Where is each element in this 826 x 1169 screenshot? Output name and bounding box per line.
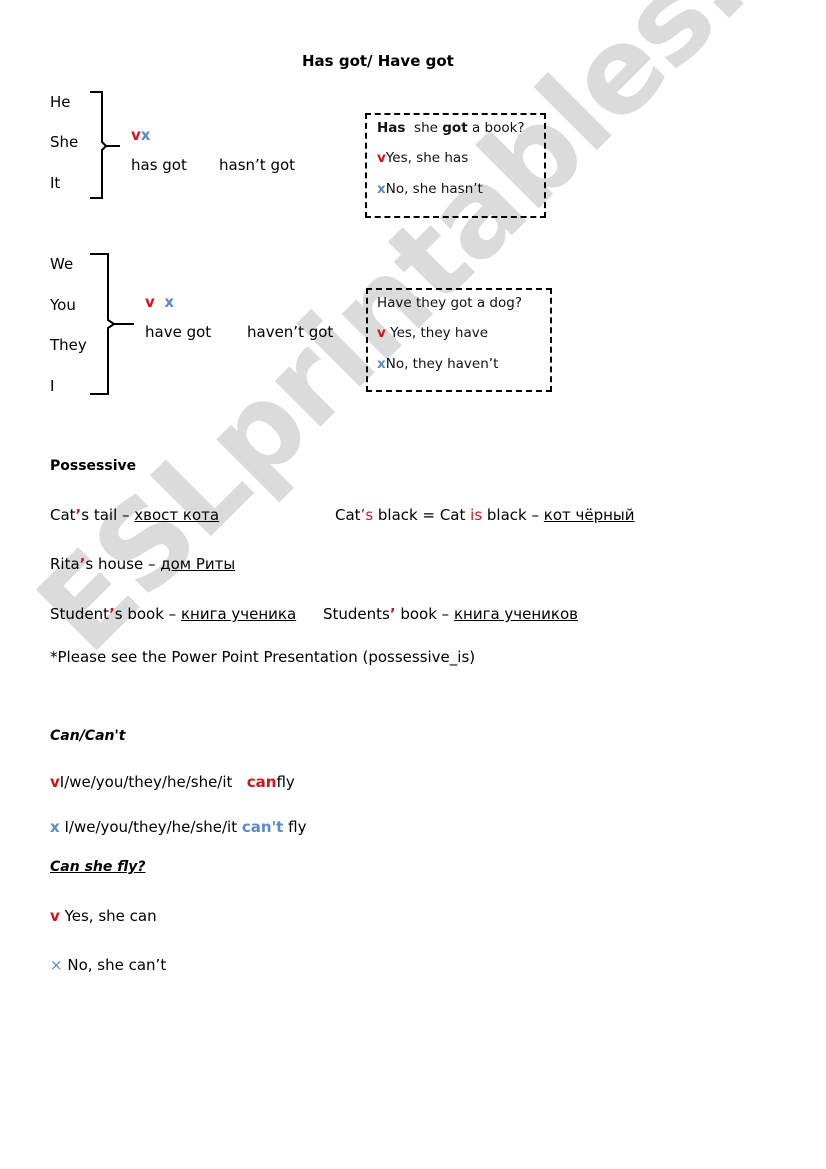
- pronoun: It: [50, 174, 61, 192]
- presentation-note: *Please see the Power Point Presentation…: [50, 648, 476, 666]
- example-yes: v Yes, they have: [377, 325, 489, 341]
- cross-mark-icon: x: [377, 356, 386, 372]
- check-cross-marks: v x: [145, 293, 174, 311]
- pronoun: I: [50, 377, 55, 395]
- translation: кот чёрный: [543, 506, 635, 524]
- example-no: xNo, they haven’t: [377, 356, 499, 372]
- pronoun: You: [50, 296, 76, 314]
- possessive-line: Cat’s tail – хвост кота: [50, 506, 220, 524]
- brace-icon: [90, 253, 134, 395]
- can-heading: Can/Can't: [50, 728, 126, 744]
- check-mark-icon: v: [50, 907, 60, 925]
- cross-mark-icon: x: [50, 818, 60, 836]
- example-question: Has she got a book?: [377, 120, 525, 136]
- pronoun: He: [50, 93, 71, 111]
- cross-mark-icon: x: [377, 181, 386, 197]
- check-cross-marks: vx: [131, 126, 150, 144]
- brace-icon: [90, 91, 120, 199]
- pronoun: She: [50, 133, 79, 151]
- example-no: xNo, she hasn’t: [377, 181, 483, 197]
- can-positive-line: vI/we/you/they/he/she/it canfly: [50, 773, 295, 791]
- possessive-line: Rita’s house – дом Риты: [50, 555, 236, 573]
- example-question: Have they got a dog?: [377, 295, 522, 311]
- cross-mark-icon: x: [140, 126, 151, 144]
- cross-mark-icon: x: [164, 293, 175, 311]
- possessive-line: Student’s book – книга ученика: [50, 605, 297, 623]
- can-yes-line: v Yes, she can: [50, 907, 157, 925]
- example-box-have: Have they got a dog? v Yes, they have xN…: [366, 288, 552, 392]
- check-mark-icon: v: [131, 126, 141, 144]
- page-title: Has got/ Have got: [302, 52, 454, 70]
- can-no-line: × No, she can’t: [50, 956, 167, 974]
- has-got-text: has got: [131, 156, 187, 174]
- translation: книга учеников: [453, 605, 579, 623]
- have-got-text: have got: [145, 323, 212, 341]
- check-mark-icon: v: [377, 325, 386, 341]
- possessive-is-line: Cat’s black = Cat is black – кот чёрный: [335, 506, 635, 524]
- check-mark-icon: v: [145, 293, 155, 311]
- example-box-has: Has she got a book? vYes, she has xNo, s…: [365, 113, 546, 218]
- can-question: Can she fly?: [50, 859, 146, 875]
- cross-mark-icon: ×: [50, 956, 63, 974]
- translation: книга ученика: [180, 605, 297, 623]
- havent-got-text: haven’t got: [247, 323, 334, 341]
- possessive-heading: Possessive: [50, 458, 137, 474]
- check-mark-icon: v: [50, 773, 60, 791]
- check-mark-icon: v: [377, 150, 386, 166]
- translation: хвост кота: [134, 506, 220, 524]
- hasnt-got-text: hasn’t got: [219, 156, 296, 174]
- translation: дом Риты: [160, 555, 236, 573]
- can-negative-line: x I/we/you/they/he/she/it can't fly: [50, 818, 307, 836]
- pronoun: They: [50, 336, 87, 354]
- example-yes: vYes, she has: [377, 150, 469, 166]
- possessive-plural-line: Students’ book – книга учеников: [323, 605, 579, 623]
- pronoun: We: [50, 255, 74, 273]
